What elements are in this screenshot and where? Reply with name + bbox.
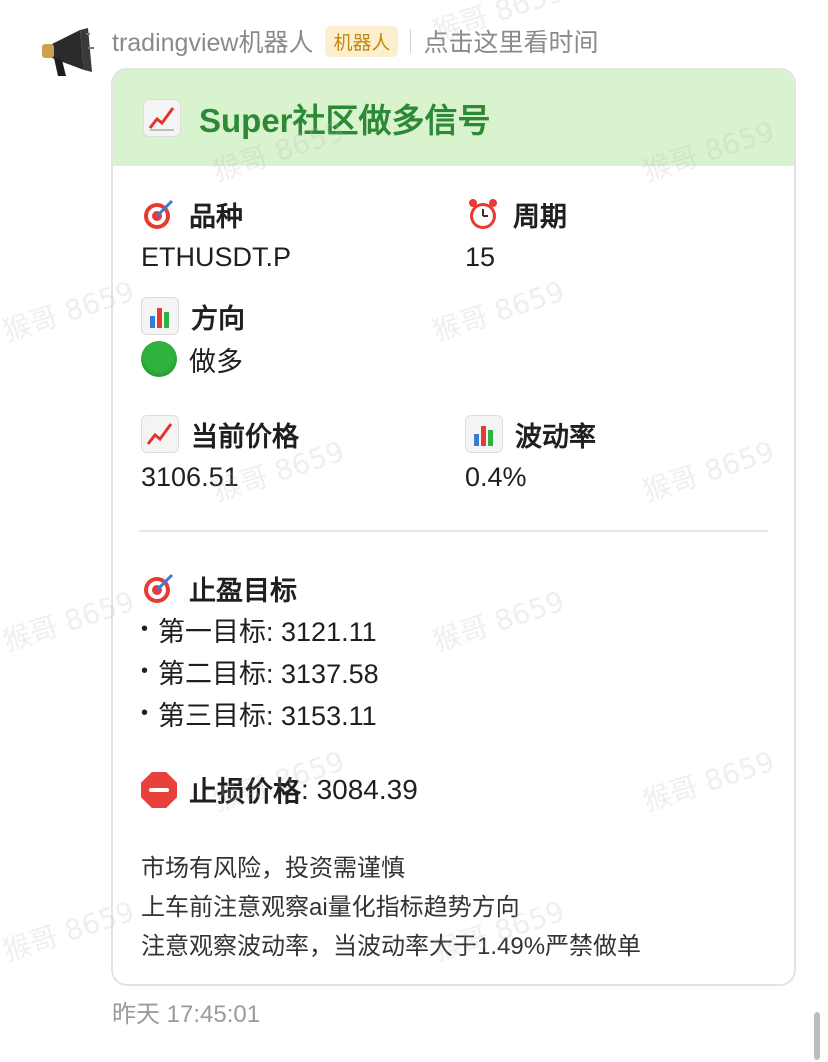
list-item: • 第一目标: 3121.11 xyxy=(141,608,379,650)
message-timestamp: 昨天 17:45:01 xyxy=(112,1001,261,1028)
message-header: tradingview机器人 机器人 点击这里看时间 xyxy=(112,24,598,58)
volatility-label: 波动率 xyxy=(515,421,596,452)
symbol-value: ETHUSDT.P xyxy=(141,241,292,272)
list-item: • 第二目标: 3137.58 xyxy=(141,650,379,692)
note-line: 市场有风险，投资需谨慎 xyxy=(141,855,405,882)
volatility-value: 0.4% xyxy=(465,461,527,492)
volatility-field: 波动率 0.4% xyxy=(465,414,596,496)
direction-label: 方向 xyxy=(191,303,245,334)
section-divider xyxy=(139,530,768,532)
take-profit-label: 止盈目标 xyxy=(189,575,297,606)
risk-notes: 市场有风险，投资需谨慎 上车前注意观察ai量化指标趋势方向 注意观察波动率，当波… xyxy=(141,846,641,963)
symbol-label: 品种 xyxy=(189,201,243,232)
card-title: Super社区做多信号 xyxy=(199,102,491,139)
dart-target-icon xyxy=(141,196,177,232)
card-header: Super社区做多信号 xyxy=(113,70,794,166)
direction-field: 方向 做多 xyxy=(141,296,245,378)
list-item: • 第三目标: 3153.11 xyxy=(141,692,379,734)
note-line: 上车前注意观察ai量化指标趋势方向 xyxy=(141,894,520,921)
signal-card: Super社区做多信号 品种 ETHUSDT.P 周期 15 方向 做多 当前价… xyxy=(111,68,796,986)
target-text: 第一目标: 3121.11 xyxy=(158,616,377,647)
price-label: 当前价格 xyxy=(191,421,299,452)
stop-loss-value: : 3084.39 xyxy=(301,774,418,805)
target-text: 第三目标: 3153.11 xyxy=(158,700,377,731)
chart-increasing-icon xyxy=(141,415,179,453)
dart-target-icon xyxy=(141,570,177,606)
bot-badge: 机器人 xyxy=(325,25,399,57)
megaphone-avatar-icon[interactable] xyxy=(38,22,96,80)
chat-message-page: tradingview机器人 机器人 点击这里看时间 Super社区做多信号 品… xyxy=(0,0,828,1062)
view-time-link[interactable]: 点击这里看时间 xyxy=(423,23,598,59)
scrollbar[interactable] xyxy=(814,1012,820,1060)
green-circle-icon xyxy=(141,341,177,377)
period-label: 周期 xyxy=(513,201,567,232)
note-line: 注意观察波动率，当波动率大于1.49%严禁做单 xyxy=(141,933,642,960)
take-profit-section: 止盈目标 • 第一目标: 3121.11 • 第二目标: 3137.58 • 第三目标… xyxy=(141,568,379,734)
price-value: 3106.51 xyxy=(141,461,239,492)
header-divider xyxy=(410,29,412,53)
bar-chart-icon xyxy=(465,415,503,453)
bar-chart-icon xyxy=(141,297,179,335)
stop-loss-row: 止损价格 : 3084.39 xyxy=(141,770,418,810)
sender-name[interactable]: tradingview机器人 xyxy=(112,23,313,59)
stop-sign-icon xyxy=(141,772,177,808)
period-field: 周期 15 xyxy=(465,194,567,276)
target-text: 第二目标: 3137.58 xyxy=(158,658,379,689)
direction-value: 做多 xyxy=(189,346,243,377)
chart-increasing-icon xyxy=(143,99,181,137)
period-value: 15 xyxy=(465,241,496,272)
symbol-field: 品种 ETHUSDT.P xyxy=(141,194,291,276)
price-field: 当前价格 3106.51 xyxy=(141,414,299,496)
alarm-clock-icon xyxy=(465,196,501,232)
stop-loss-label: 止损价格 xyxy=(189,776,302,807)
